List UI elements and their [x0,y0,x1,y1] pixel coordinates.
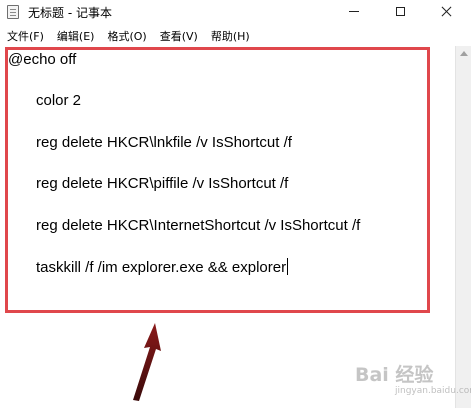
text-caret [287,258,289,275]
code-line-last: taskkill /f /im explorer.exe && explorer [36,258,289,276]
scroll-up-arrow-icon[interactable] [460,51,468,56]
code-line: color 2 [36,92,82,109]
menu-file[interactable]: 文件(F) [7,28,44,44]
text-editor[interactable]: @echo off color 2 reg delete HKCR\lnkfil… [0,46,456,408]
menu-bar: 文件(F) 编辑(E) 格式(O) 查看(V) 帮助(H) [0,26,471,46]
notepad-window: 无标题 - 记事本 文件(F) 编辑(E) 格式(O) 查看(V) 帮助(H) … [0,0,471,408]
menu-view[interactable]: 查看(V) [160,28,198,44]
code-line: reg delete HKCR\InternetShortcut /v IsSh… [36,217,361,234]
minimize-button[interactable] [331,0,377,22]
menu-edit[interactable]: 编辑(E) [57,28,95,44]
vertical-scrollbar[interactable] [455,46,471,408]
notepad-icon [7,5,19,19]
close-button[interactable] [423,0,469,22]
code-line: reg delete HKCR\piffile /v IsShortcut /f [36,175,289,192]
title-bar[interactable]: 无标题 - 记事本 [0,0,471,24]
menu-help[interactable]: 帮助(H) [211,28,250,44]
code-line: @echo off [8,51,77,68]
close-icon [441,6,452,17]
watermark-logo: Bai 经验 [355,364,434,386]
window-title: 无标题 - 记事本 [28,6,112,20]
maximize-icon [395,6,405,16]
code-line-text: taskkill /f /im explorer.exe && explorer [36,259,287,276]
code-line: reg delete HKCR\lnkfile /v IsShortcut /f [36,134,292,151]
watermark-url: jingyan.baidu.com [395,386,471,396]
minimize-icon [349,10,359,12]
menu-format[interactable]: 格式(O) [107,28,146,44]
maximize-button[interactable] [377,0,423,22]
